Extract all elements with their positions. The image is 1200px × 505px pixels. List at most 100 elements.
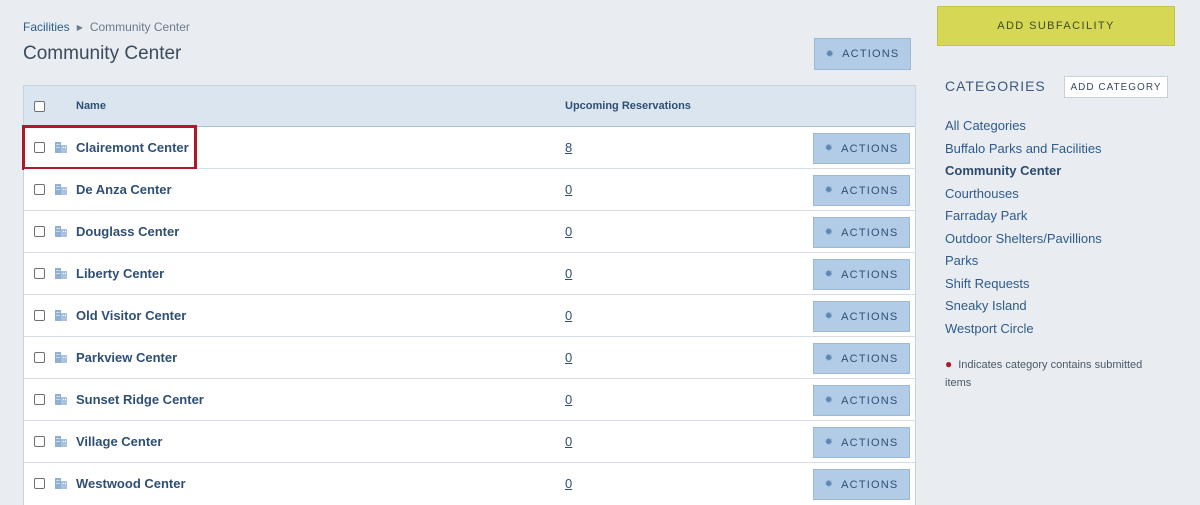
actions-label: ACTIONS [841,436,899,449]
breadcrumb-current: Community Center [89,20,190,34]
table-row: Parkview Center 0 ✹ ACTIONS [24,337,915,379]
row-actions-button[interactable]: ✹ ACTIONS [813,259,910,290]
facility-page: Facilities ▶ Community Center Community … [0,0,1200,505]
row-actions-button[interactable]: ✹ ACTIONS [813,217,910,248]
select-all-checkbox[interactable] [34,101,45,112]
add-subfacility-button[interactable]: ADD SUBFACILITY [937,6,1175,46]
gear-icon: ✹ [824,269,835,280]
row-checkbox[interactable] [34,268,45,279]
row-checkbox[interactable] [34,436,45,447]
category-link[interactable]: Parks [945,252,1102,275]
column-header-reservations[interactable]: Upcoming Reservations [565,100,691,112]
category-list: All Categories Buffalo Parks and Faciliti… [945,117,1102,342]
category-link[interactable]: Courthouses [945,185,1102,208]
building-icon [55,184,67,195]
building-icon [55,142,67,153]
building-icon [55,310,67,321]
breadcrumb-separator-icon: ▶ [76,22,83,32]
actions-label: ACTIONS [841,394,899,407]
building-icon [55,226,67,237]
facility-name-link[interactable]: Clairemont Center [76,140,189,155]
row-checkbox[interactable] [34,478,45,489]
table-header: Name Upcoming Reservations [24,86,915,127]
row-checkbox[interactable] [34,184,45,195]
reservation-count-link[interactable]: 0 [565,350,572,365]
gear-icon: ✹ [824,437,835,448]
gear-icon: ✹ [825,48,836,60]
categories-heading: CATEGORIES [945,78,1046,94]
row-actions-button[interactable]: ✹ ACTIONS [813,427,910,458]
row-actions-button[interactable]: ✹ ACTIONS [813,133,910,164]
building-icon [55,352,67,363]
actions-label: ACTIONS [841,310,899,323]
breadcrumb: Facilities ▶ Community Center [23,20,190,34]
table-row: De Anza Center 0 ✹ ACTIONS [24,169,915,211]
row-checkbox[interactable] [34,394,45,405]
table-row: Sunset Ridge Center 0 ✹ ACTIONS [24,379,915,421]
table-body: Clairemont Center 8 ✹ ACTIONS De Anza Center… [22,125,915,505]
gear-icon: ✹ [824,479,835,490]
row-actions-button[interactable]: ✹ ACTIONS [813,301,910,332]
page-title: Community Center [23,43,182,64]
legend-text: Indicates category contains submitted it… [945,359,1143,389]
column-header-name[interactable]: Name [76,100,106,112]
category-link[interactable]: All Categories [945,117,1102,140]
submitted-dot-icon: ● [945,357,953,371]
row-actions-button[interactable]: ✹ ACTIONS [813,469,910,500]
row-checkbox[interactable] [34,352,45,363]
row-actions-button[interactable]: ✹ ACTIONS [813,343,910,374]
building-icon [55,268,67,279]
breadcrumb-facilities-link[interactable]: Facilities [23,20,70,34]
gear-icon: ✹ [824,143,835,154]
reservation-count-link[interactable]: 0 [565,266,572,281]
facility-name-link[interactable]: Westwood Center [76,476,186,491]
table-row: Douglass Center 0 ✹ ACTIONS [24,211,915,253]
category-link[interactable]: Shift Requests [945,275,1102,298]
table-row: Liberty Center 0 ✹ ACTIONS [24,253,915,295]
category-link[interactable]: Buffalo Parks and Facilities [945,140,1102,163]
gear-icon: ✹ [824,227,835,238]
gear-icon: ✹ [824,311,835,322]
gear-icon: ✹ [824,353,835,364]
category-link[interactable]: Westport Circle [945,320,1102,343]
row-actions-button[interactable]: ✹ ACTIONS [813,175,910,206]
facility-name-link[interactable]: Liberty Center [76,266,164,281]
category-link[interactable]: Community Center [945,162,1102,185]
table-row: Westwood Center 0 ✹ ACTIONS [24,463,915,505]
reservation-count-link[interactable]: 0 [565,224,572,239]
facility-name-link[interactable]: Sunset Ridge Center [76,392,204,407]
building-icon [55,478,67,489]
reservation-count-link[interactable]: 8 [565,140,572,155]
add-category-button[interactable]: ADD CATEGORY [1064,76,1168,98]
facility-name-link[interactable]: De Anza Center [76,182,172,197]
gear-icon: ✹ [824,185,835,196]
facility-name-link[interactable]: Old Visitor Center [76,308,186,323]
reservation-count-link[interactable]: 0 [565,476,572,491]
actions-label: ACTIONS [841,184,899,197]
row-checkbox[interactable] [34,142,45,153]
table-row: Old Visitor Center 0 ✹ ACTIONS [24,295,915,337]
reservation-count-link[interactable]: 0 [565,182,572,197]
actions-label: ACTIONS [842,48,900,60]
category-link[interactable]: Sneaky Island [945,297,1102,320]
reservation-count-link[interactable]: 0 [565,434,572,449]
reservation-count-link[interactable]: 0 [565,308,572,323]
row-checkbox[interactable] [34,310,45,321]
category-link[interactable]: Outdoor Shelters/Pavillions [945,230,1102,253]
actions-label: ACTIONS [841,352,899,365]
category-link[interactable]: Farraday Park [945,207,1102,230]
table-row: Clairemont Center 8 ✹ ACTIONS [22,125,915,170]
actions-label: ACTIONS [841,226,899,239]
facility-name-link[interactable]: Village Center [76,434,162,449]
row-actions-button[interactable]: ✹ ACTIONS [813,385,910,416]
row-checkbox[interactable] [34,226,45,237]
category-legend: ● Indicates category contains submitted i… [945,355,1170,392]
facility-name-link[interactable]: Parkview Center [76,350,177,365]
facility-name-link[interactable]: Douglass Center [76,224,179,239]
reservation-count-link[interactable]: 0 [565,392,572,407]
actions-label: ACTIONS [841,142,899,155]
header-actions-button[interactable]: ✹ ACTIONS [814,38,911,70]
building-icon [55,394,67,405]
table-row: Village Center 0 ✹ ACTIONS [24,421,915,463]
building-icon [55,436,67,447]
